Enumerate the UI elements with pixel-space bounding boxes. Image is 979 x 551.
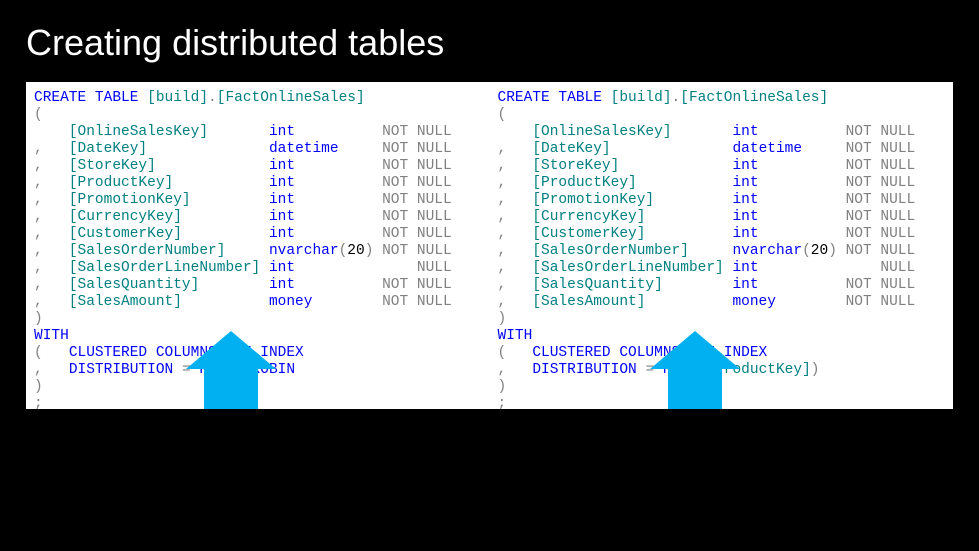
slide-title: Creating distributed tables <box>26 22 953 64</box>
slide: Creating distributed tables CREATE TABLE… <box>0 0 979 551</box>
arrow-left-icon <box>186 331 276 409</box>
code-panel: CREATE TABLE [build].[FactOnlineSales] (… <box>26 82 953 409</box>
arrow-right-icon <box>650 331 740 409</box>
